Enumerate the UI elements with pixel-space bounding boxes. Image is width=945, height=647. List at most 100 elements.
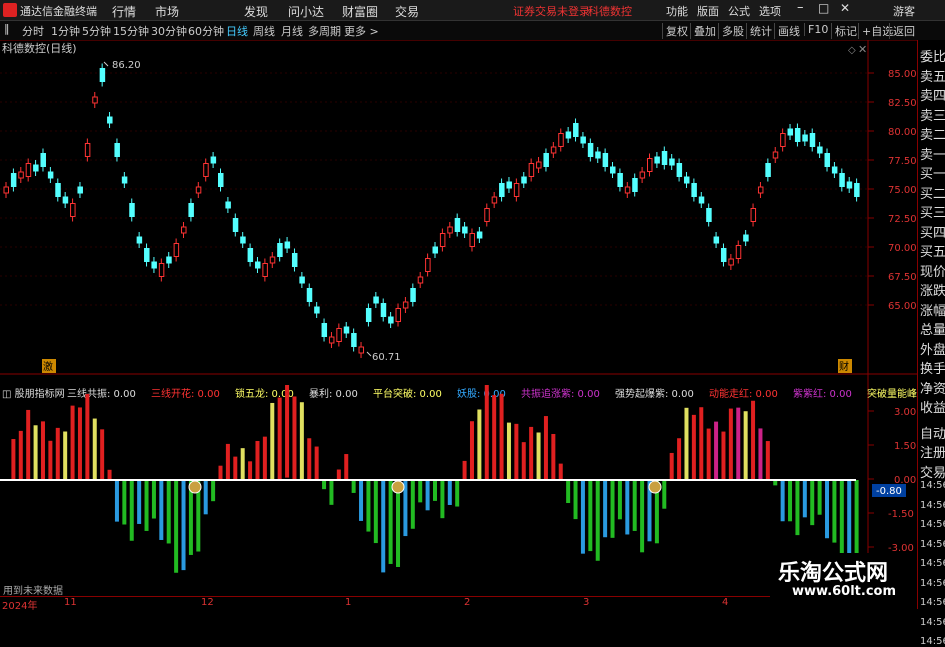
candle-body	[462, 226, 468, 234]
y-tick: 70.00	[888, 243, 917, 254]
candle-body	[809, 133, 816, 147]
menu-item-layout[interactable]: 版面	[697, 3, 719, 19]
indicator-bar	[521, 442, 526, 480]
candle-body	[691, 183, 697, 197]
candle-body	[558, 133, 564, 147]
indicator-bars	[11, 385, 859, 573]
period-multi[interactable]: 多周期	[308, 23, 341, 39]
period-5min[interactable]: 5分钟	[82, 23, 111, 39]
menu-item-ask[interactable]: 问小达	[288, 3, 324, 20]
candle-body	[254, 261, 261, 269]
login-status[interactable]: 证券交易未登录	[513, 3, 590, 19]
candle-body	[846, 181, 853, 189]
ind-y-tick: 1.50	[894, 441, 916, 452]
candle-body	[639, 171, 646, 179]
indicator-bar	[40, 421, 45, 480]
indicator-bar	[795, 480, 800, 536]
candle-body	[728, 258, 734, 266]
candlestick-chart[interactable]: 科德数控(日线) ◇ ✕ 85.00 82.50 80.00 77.50 75.…	[0, 40, 917, 385]
candle-body	[831, 166, 838, 174]
side-panel-item: 买三	[920, 206, 945, 221]
btn-adjust[interactable]: 复权	[662, 23, 688, 39]
candle-body	[114, 143, 120, 157]
candle-body	[247, 248, 254, 262]
btn-back[interactable]: 返回	[889, 23, 915, 39]
indicator-bar	[373, 480, 378, 544]
indicator-bar	[617, 480, 622, 520]
period-tick[interactable]: 分时	[22, 23, 44, 39]
indicator-bar	[70, 405, 75, 480]
side-panel-item: 14:56	[920, 499, 945, 511]
indicator-bar	[758, 428, 763, 480]
y-gridlines	[0, 72, 874, 306]
menu-item-wealth[interactable]: 财富圈	[342, 3, 378, 20]
period-60min[interactable]: 60分钟	[188, 23, 224, 39]
menu-item-market[interactable]: 行情	[112, 3, 136, 20]
candle-body	[92, 96, 98, 104]
btn-multistock[interactable]: 多股	[718, 23, 744, 39]
x-label: 1	[345, 597, 352, 608]
chart-settings-icon[interactable]: ◇	[848, 45, 856, 56]
y-axis-ticks: 85.00 82.50 80.00 77.50 75.00 72.50 70.0…	[888, 69, 917, 312]
side-panel-item: 14:56	[920, 616, 945, 628]
indicator-bar	[603, 480, 608, 538]
candle-body	[144, 248, 150, 262]
period-monthly[interactable]: 月线	[281, 23, 303, 39]
indicator-bar	[588, 480, 593, 552]
indicator-bar	[122, 480, 127, 525]
indicator-bar	[447, 480, 452, 505]
menu-item-function[interactable]: 功能	[666, 3, 688, 19]
guest-user[interactable]: 游客	[893, 3, 915, 19]
candle-body	[743, 234, 749, 242]
indicator-bar	[181, 480, 186, 571]
period-daily[interactable]: 日线	[226, 23, 248, 39]
candle-body	[195, 186, 202, 194]
menu-item-formula[interactable]: 公式	[728, 3, 750, 19]
maximize-icon[interactable]: □	[818, 1, 829, 15]
candle-body	[188, 203, 194, 217]
side-panel-item: 换手	[920, 362, 945, 377]
period-15min[interactable]: 15分钟	[113, 23, 149, 39]
menu-item-markets[interactable]: 市场	[155, 3, 179, 20]
period-weekly[interactable]: 周线	[253, 23, 275, 39]
btn-stats[interactable]: 统计	[746, 23, 772, 39]
menu-item-discover[interactable]: 发现	[244, 3, 268, 20]
indicator-bar	[174, 480, 179, 573]
indicator-bar	[780, 480, 785, 522]
candle-body	[824, 153, 831, 167]
period-30min[interactable]: 30分钟	[151, 23, 187, 39]
side-panel-item: 买五	[920, 245, 945, 260]
candle-body	[240, 236, 246, 244]
indicator-bar	[558, 463, 563, 480]
candle-body	[136, 236, 143, 244]
candle-body	[269, 256, 276, 264]
indicator-bar	[492, 395, 497, 480]
candle-body	[410, 288, 416, 302]
indicator-bar	[455, 480, 460, 507]
minimize-icon[interactable]: –	[797, 0, 804, 15]
menu-item-trade[interactable]: 交易	[395, 3, 419, 20]
candle-body	[713, 236, 720, 244]
close-icon[interactable]: ✕	[840, 1, 850, 15]
period-more[interactable]: 更多 >	[344, 23, 379, 39]
chart-close-icon[interactable]: ✕	[858, 43, 867, 56]
btn-overlay[interactable]: 叠加	[690, 23, 716, 39]
candle-body	[3, 186, 9, 194]
candle-body	[218, 173, 224, 187]
btn-mark[interactable]: 标记	[831, 23, 857, 39]
indicator-bar	[144, 480, 149, 531]
menu-item-options[interactable]: 选项	[759, 3, 781, 19]
indicator-bar	[129, 480, 134, 541]
app-title: 通达信金融终端	[20, 5, 97, 18]
btn-add-watch[interactable]: +自选	[858, 23, 893, 39]
candle-body	[587, 143, 594, 157]
indicator-bar	[33, 425, 38, 480]
stock-name-header: 科德数控	[588, 5, 632, 18]
btn-draw[interactable]: 画线	[774, 23, 800, 39]
side-panel-item: 14:56	[920, 538, 945, 550]
btn-f10[interactable]: F10	[804, 23, 828, 36]
side-panel-item: 收益	[920, 401, 945, 416]
indicator-name[interactable]: ◫ 股朋指标网	[2, 387, 65, 400]
period-1min[interactable]: 1分钟	[51, 23, 80, 39]
indicator-bar	[536, 432, 541, 480]
